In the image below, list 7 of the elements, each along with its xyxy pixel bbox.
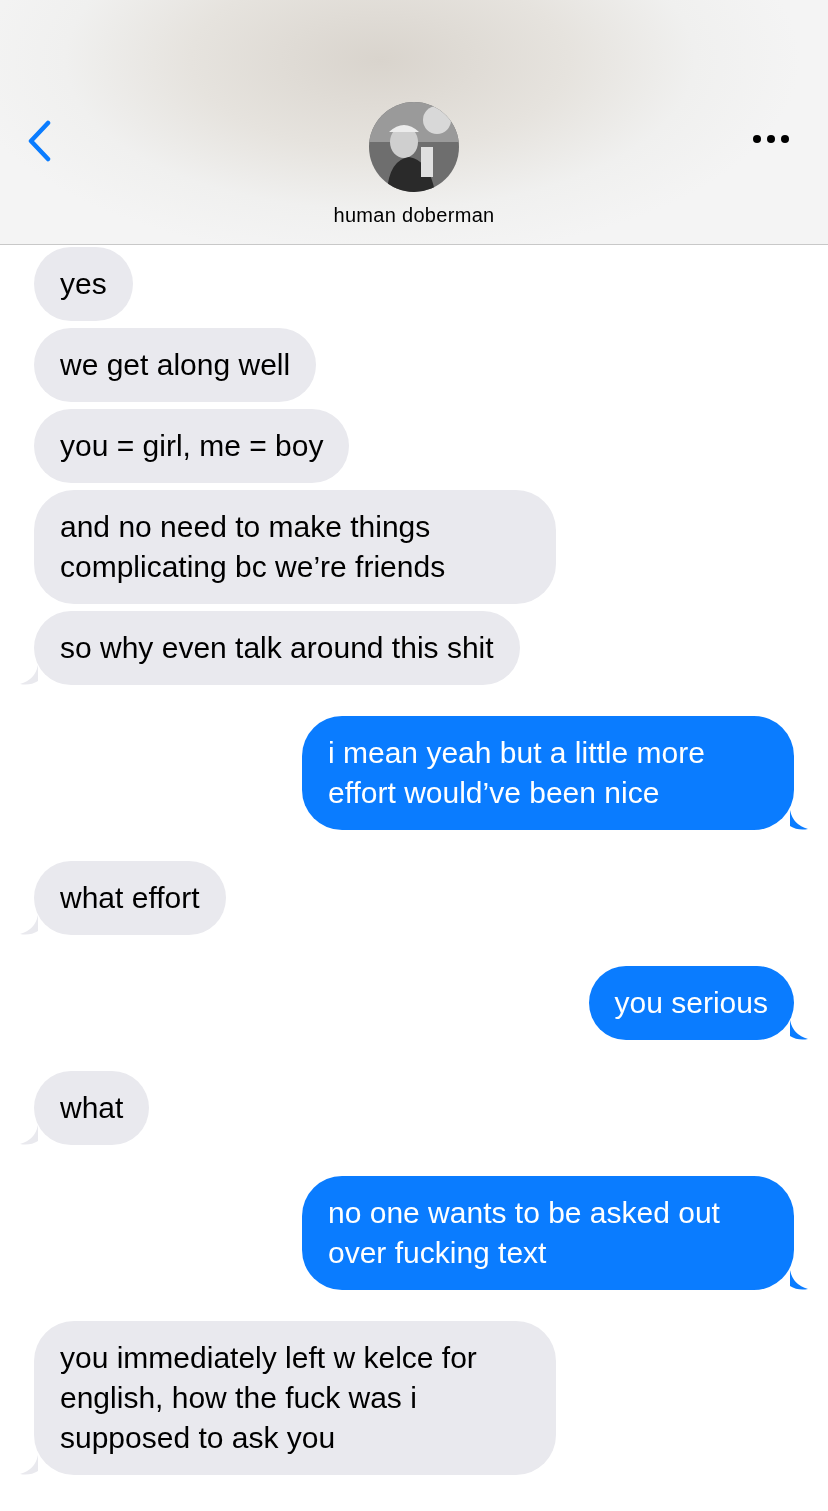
back-chevron-icon[interactable]: [26, 120, 52, 162]
received-message: you = girl, me = boy: [34, 409, 350, 483]
received-message: yes: [34, 247, 133, 321]
received-message: and no need to make things complicating bc we’re friends: [34, 490, 556, 604]
received-message: we get along well: [34, 328, 317, 402]
more-icon[interactable]: [752, 133, 790, 145]
contact-name: human doberman: [333, 204, 495, 227]
